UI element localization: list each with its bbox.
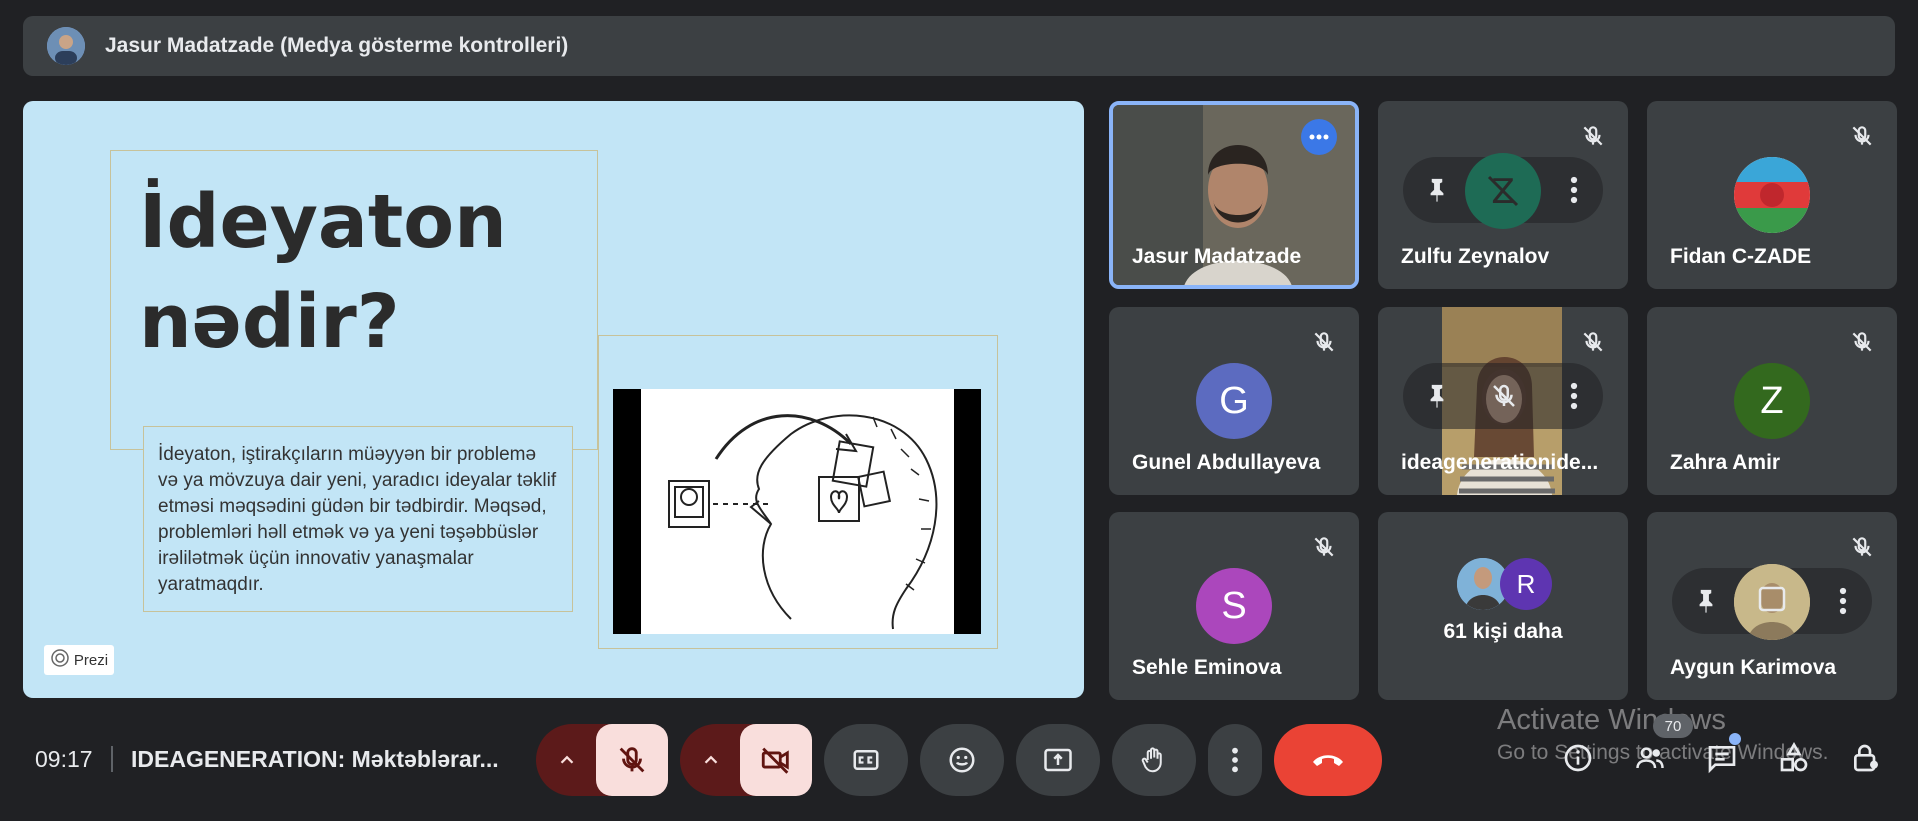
people-button[interactable] — [1632, 740, 1668, 776]
info-icon — [1564, 744, 1592, 772]
mic-off-icon — [1852, 332, 1872, 352]
closed-captions-icon — [853, 750, 879, 770]
meeting-title[interactable]: IDEAGENERATION: Məktəblərar... — [131, 746, 499, 773]
meeting-details-button[interactable] — [1560, 740, 1596, 776]
participant-avatar: G — [1196, 363, 1272, 439]
videocam-off-icon — [761, 747, 789, 774]
participant-name: Aygun Karimova — [1670, 656, 1837, 679]
present-screen-button[interactable] — [1016, 724, 1100, 796]
presenter-avatar — [47, 27, 85, 65]
camera-toggle-button[interactable] — [740, 724, 812, 796]
participant-avatar — [1734, 157, 1810, 233]
participant-tile[interactable]: S Sehle Eminova — [1109, 512, 1359, 700]
slide-illustration — [613, 389, 981, 634]
prezi-logo-icon — [50, 648, 70, 672]
participant-tile[interactable]: ideagenerationide... — [1378, 307, 1628, 495]
tile-hover-controls: Z — [1403, 153, 1603, 229]
chat-icon — [1708, 746, 1736, 774]
participant-name: ideagenerationide... — [1401, 451, 1599, 474]
participant-name: Gunel Abdullayeva — [1132, 451, 1321, 474]
participant-name: Sehle Eminova — [1132, 656, 1282, 679]
slide-body-text: İdeyaton, iştirakçıların müəyyən bir pro… — [143, 426, 573, 612]
mic-off-icon — [1314, 332, 1334, 352]
participant-tile[interactable]: Fidan C-ZADE — [1647, 101, 1897, 289]
participant-tile[interactable]: Z Zulfu Zeynalov — [1378, 101, 1628, 289]
chevron-up-icon — [704, 755, 718, 764]
emoji-icon — [949, 747, 975, 773]
pin-icon[interactable] — [1423, 381, 1451, 411]
mic-toggle-button[interactable] — [596, 724, 668, 796]
microphone-control — [536, 724, 668, 796]
more-vert-icon[interactable] — [1838, 586, 1848, 616]
chevron-up-icon — [560, 755, 574, 764]
lock-person-icon — [1854, 744, 1878, 772]
presenter-bar: Jasur Madatzade (Medya gösterme kontroll… — [23, 16, 1895, 76]
mic-off-icon — [1583, 126, 1603, 146]
mic-off-icon — [1852, 126, 1872, 146]
mic-off-icon[interactable] — [1489, 381, 1519, 411]
reactions-button[interactable] — [920, 724, 1004, 796]
captions-button[interactable] — [824, 724, 908, 796]
more-participants-tile[interactable]: R 61 kişi daha — [1378, 512, 1628, 700]
more-vert-icon — [1232, 747, 1238, 773]
mic-off-icon — [1583, 332, 1603, 352]
participant-tile[interactable]: Aygun Karimova — [1647, 512, 1897, 700]
chat-button[interactable] — [1704, 740, 1740, 776]
participant-name: Fidan C-ZADE — [1670, 245, 1812, 268]
hand-icon — [1141, 747, 1162, 773]
divider — [111, 746, 113, 772]
tile-hover-controls — [1403, 363, 1603, 429]
more-options-icon[interactable] — [1301, 119, 1337, 155]
activities-button[interactable] — [1776, 740, 1812, 776]
more-vert-icon[interactable] — [1569, 175, 1579, 205]
participant-name: Zulfu Zeynalov — [1401, 245, 1550, 268]
participant-avatar: S — [1196, 568, 1272, 644]
more-options-button[interactable] — [1208, 724, 1262, 796]
mic-off-icon — [1314, 537, 1334, 557]
prezi-badge[interactable]: Prezi — [44, 645, 114, 675]
participant-avatar — [1734, 564, 1810, 640]
participant-avatar: Z — [1465, 153, 1541, 229]
presentation-slide: İdeyaton nədir? İdeyaton, iştirakçıların… — [23, 101, 1084, 698]
camera-control — [680, 724, 812, 796]
host-controls-button[interactable] — [1848, 740, 1884, 776]
mic-off-icon — [619, 747, 645, 773]
pin-icon[interactable] — [1692, 586, 1720, 616]
pin-icon[interactable] — [1423, 175, 1451, 205]
mic-off-icon — [1852, 537, 1872, 557]
activities-icon — [1780, 742, 1808, 772]
people-icon — [1636, 747, 1664, 769]
chat-notification-dot — [1729, 733, 1741, 745]
participant-tile[interactable]: Z Zahra Amir — [1647, 307, 1897, 495]
call-end-icon — [1313, 755, 1343, 766]
participant-avatar: Z — [1734, 363, 1810, 439]
end-call-button[interactable] — [1274, 724, 1382, 796]
participant-count-badge: 70 — [1653, 714, 1693, 738]
tile-hover-controls — [1672, 564, 1872, 640]
participant-tile[interactable]: G Gunel Abdullayeva — [1109, 307, 1359, 495]
prezi-label: Prezi — [73, 651, 109, 669]
slide-title: İdeyaton nədir? — [139, 179, 507, 365]
present-to-all-icon — [1044, 748, 1072, 772]
more-vert-icon[interactable] — [1569, 381, 1579, 411]
participant-name: Jasur Madatzade — [1132, 245, 1302, 268]
participant-name: Zahra Amir — [1670, 451, 1781, 474]
raise-hand-button[interactable] — [1112, 724, 1196, 796]
more-participants-label: 61 kişi daha — [1443, 620, 1563, 643]
participant-avatar: R — [1500, 558, 1552, 610]
clock: 09:17 — [35, 746, 93, 772]
participant-tile[interactable]: Jasur Madatzade — [1109, 101, 1359, 289]
presenter-title[interactable]: Jasur Madatzade (Medya gösterme kontroll… — [105, 34, 568, 58]
